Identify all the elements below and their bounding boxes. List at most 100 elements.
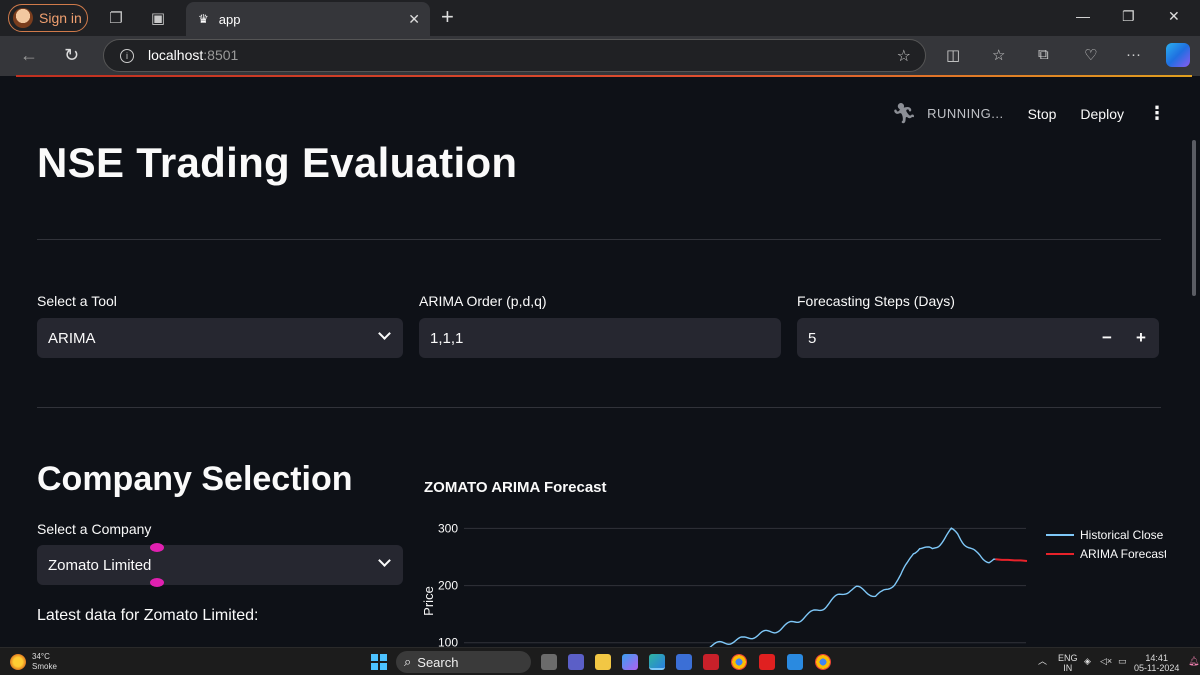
tray-overflow-icon[interactable]: ︿ [1038,656,1047,666]
tool-select-label: Select a Tool [37,293,117,309]
url-port: :8501 [203,46,239,63]
edge-icon[interactable] [649,654,665,670]
close-tab-icon[interactable]: ✕ [408,11,420,28]
refresh-icon[interactable]: ↻ [64,45,79,66]
y-tick-label: 100 [438,636,458,647]
tab-actions-icon[interactable]: ▣ [148,8,168,28]
app-toolbar: 🏃︎ RUNNING... Stop Deploy ⋮ [891,101,1166,126]
chrome-icon[interactable] [731,654,747,670]
favorite-star-icon[interactable]: ☆ [897,46,911,66]
mcafee-icon[interactable] [703,654,719,670]
volume-icon[interactable]: ◁× [1100,656,1112,666]
chrome-profile-icon[interactable] [815,654,831,670]
teams-icon[interactable] [568,654,584,670]
back-arrow-icon[interactable]: ← [20,45,38,66]
battery-icon[interactable]: ▭ [1118,656,1127,666]
y-tick-labels: 100 200 300 [438,521,458,647]
restore-icon[interactable]: ❐ [1122,8,1135,25]
page-title: NSE Trading Evaluation [37,139,518,186]
taskbar-search[interactable]: ⌕ Search [396,651,531,673]
workspaces-icon[interactable]: ❐ [106,8,126,28]
site-info-icon[interactable]: i [120,48,134,63]
task-view-icon[interactable] [541,654,557,670]
increment-button[interactable]: + [1125,318,1157,358]
stop-button[interactable]: Stop [1028,106,1057,122]
language-code: ENG [1058,653,1078,663]
running-status-text: RUNNING... [927,106,1004,121]
weather-temp: 34°C [32,652,50,661]
collections-icon[interactable]: ⧉ [1038,46,1049,63]
clock-date: 05-11-2024 [1134,663,1180,673]
clock-time: 14:41 [1145,653,1168,663]
forecast-steps-value: 5 [808,329,817,347]
tool-select-value: ARIMA [48,329,96,347]
network-icon[interactable]: ◈ [1084,656,1091,666]
taskbar-search-label: Search [417,654,459,670]
chart-title: ZOMATO ARIMA Forecast [424,479,607,496]
clock[interactable]: 14:41 05-11-2024 [1134,653,1179,673]
main-menu-icon[interactable]: ⋮ [1148,103,1166,124]
legend-label: ARIMA Forecast [1080,547,1166,561]
favorites-icon[interactable]: ☆ [992,46,1005,64]
notification-bell-icon[interactable]: 🔔︎ [1188,656,1199,666]
chart-grid [464,527,1026,644]
search-icon: ⌕ [404,654,412,669]
running-status: 🏃︎ RUNNING... [891,101,1003,126]
legend-label: Historical Close [1080,528,1164,542]
arima-order-input[interactable]: 1,1,1 [419,318,781,358]
copilot-app-icon[interactable] [622,654,638,670]
browser-tab-app[interactable]: ♛ app ✕ [186,2,430,36]
tool-select[interactable]: ARIMA [37,318,403,358]
profile-avatar [13,8,33,28]
latest-data-text: Latest data for Zomato Limited: [37,607,259,624]
split-screen-icon[interactable]: ◫ [946,46,960,64]
streamlit-crown-icon: ♛ [198,12,209,26]
browser-tab-strip: Sign in ❐ ▣ ♛ app ✕ + — ❐ ✕ [0,0,1200,36]
file-explorer-icon[interactable] [595,654,611,670]
forecast-steps-label: Forecasting Steps (Days) [797,293,955,309]
close-window-icon[interactable]: ✕ [1168,8,1180,25]
tab-title: app [218,11,241,27]
scrollbar-thumb[interactable] [1192,140,1196,296]
deploy-button[interactable]: Deploy [1080,106,1124,122]
arima-order-value: 1,1,1 [430,329,464,347]
sign-in-button[interactable]: Sign in [8,4,88,32]
store-icon[interactable] [676,654,692,670]
chevron-down-icon [378,327,391,340]
app-main: 🏃︎ RUNNING... Stop Deploy ⋮ NSE Trading … [6,77,1192,647]
company-select-value: Zomato Limited [48,556,152,574]
weather-sun-icon [10,654,26,670]
arima-order-label: ARIMA Order (p,d,q) [419,293,547,309]
youtube-icon[interactable] [759,654,775,670]
browser-essentials-icon[interactable]: ♡ [1084,46,1097,64]
weather-widget[interactable]: 34°C Smoke [10,652,57,672]
company-selection-heading: Company Selection [37,460,353,498]
region-code: IN [1063,663,1073,673]
y-axis-label: Price [421,586,436,616]
page-scrollbar[interactable] [1190,78,1200,646]
company-select[interactable]: Zomato Limited [37,545,403,585]
more-menu-icon[interactable]: ··· [1126,46,1141,63]
weather-condition: Smoke [32,662,57,671]
address-bar[interactable]: i localhost:8501 ☆ [103,39,926,72]
new-tab-icon[interactable]: + [441,6,454,28]
decrement-button[interactable]: − [1091,318,1123,358]
browser-address-toolbar: ← ↻ i localhost:8501 ☆ ◫ ☆ ⧉ ♡ ··· [0,36,1200,76]
annotation-marker [150,578,164,587]
company-select-label: Select a Company [37,521,152,537]
url-host: localhost [148,46,204,63]
annotation-marker [150,543,164,552]
vscode-icon[interactable] [787,654,803,670]
divider [37,407,1161,408]
copilot-icon[interactable] [1166,43,1190,67]
windows-taskbar: 34°C Smoke ⌕ Search ︿ ENG IN ◈ ◁× ▭ 14:4… [0,647,1200,675]
chart-lines [695,527,1028,647]
running-man-icon: 🏃︎ [891,103,918,125]
forecast-steps-input[interactable]: 5 − + [797,318,1159,358]
language-indicator[interactable]: ENG IN [1058,653,1078,673]
chevron-down-icon [378,554,391,567]
sign-in-label: Sign in [39,10,82,26]
minimize-icon[interactable]: — [1076,8,1090,24]
historical-close-line [695,527,996,647]
windows-start-icon[interactable] [371,654,387,670]
